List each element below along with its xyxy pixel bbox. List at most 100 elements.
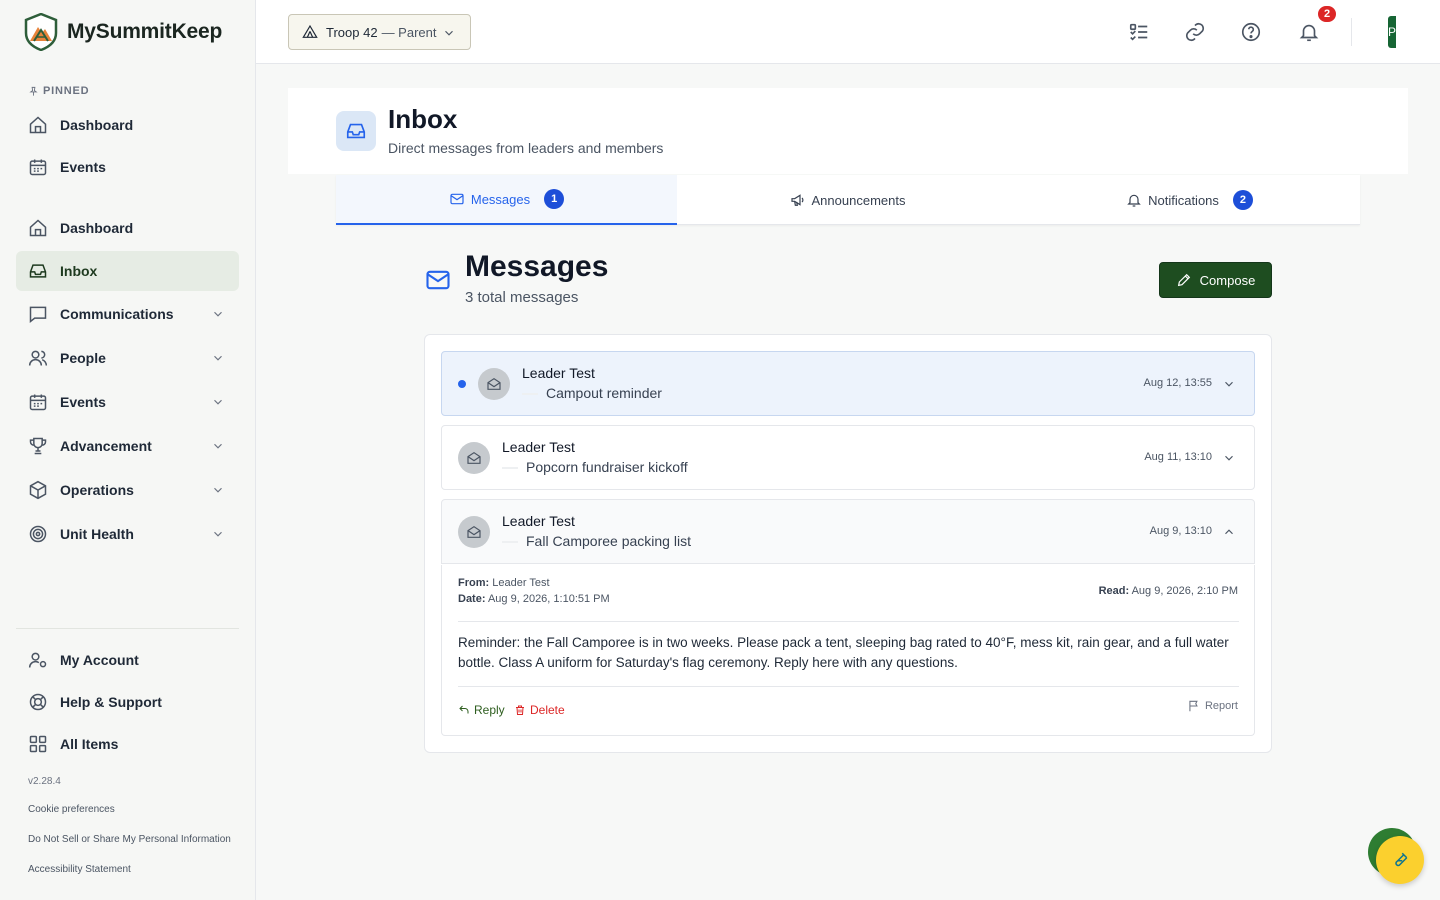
nav-label: Communications [60,306,174,322]
nav-label: Help & Support [60,694,162,710]
message-time: Aug 11, 13:10 [1144,451,1212,463]
nav-label: Advancement [60,438,152,454]
unit-role: — Parent [381,24,437,40]
unit-name: Troop 42 [326,24,378,40]
mail-icon [426,270,450,290]
message-row[interactable]: Leader Test Campout reminder Aug 12, 13:… [441,351,1255,416]
compose-button[interactable]: Compose [1159,262,1272,298]
message-sender: Leader Test [502,513,575,529]
mail-icon [450,193,464,205]
bell-icon [1127,194,1141,207]
grid-icon [29,735,47,753]
top-bar: Troop 42 — Parent 2 P [256,0,1440,64]
chevron-down-icon [214,531,222,537]
reply-button[interactable]: Reply [458,703,505,717]
chevron-down-icon[interactable] [1222,377,1236,391]
sidebar-item-events[interactable]: Events [16,382,239,422]
notification-count-badge: 2 [1316,4,1338,24]
nav-label: Events [60,159,106,175]
box-icon [29,480,47,500]
tab-notifications[interactable]: Notifications 2 [1019,175,1360,225]
message-body: Reminder: the Fall Camporee is in two we… [458,635,1229,670]
tab-messages[interactable]: Messages 1 [336,175,677,225]
chevron-down-icon [214,487,222,493]
report-button[interactable]: Report [1187,699,1238,713]
sidebar-item-operations[interactable]: Operations [16,470,239,510]
pinned-section-label: PINNED [28,85,89,97]
chevron-down-icon [214,443,222,449]
delete-button[interactable]: Delete [514,703,565,717]
link-icon[interactable] [1184,21,1206,43]
app-name: MySummitKeep [67,20,223,43]
chevron-up-icon[interactable] [1222,525,1236,539]
message-detail: From: Leader Test Date: Aug 9, 2026, 1:1… [441,565,1255,736]
app-logo[interactable]: MySummitKeep [24,13,222,51]
sidebar-divider [16,628,239,629]
topbar-divider [1351,18,1352,46]
tab-announcements[interactable]: Announcements [677,175,1018,225]
pinned-item-events[interactable]: Events [16,147,239,187]
home-icon [29,116,47,134]
message-subject: Campout reminder [522,385,662,401]
help-circle-icon[interactable] [1240,21,1262,43]
tent-icon [302,24,318,38]
message-from: From: Leader Test [458,577,550,589]
sidebar-item-help-support[interactable]: Help & Support [16,682,239,722]
tab-label: Announcements [811,192,906,208]
page-title: Inbox [388,104,458,134]
sidebar: MySummitKeep PINNED Dashboard Events Das… [0,0,256,900]
chevron-down-icon [214,355,222,361]
inbox-tabs: Messages 1 Announcements Notifications 2 [336,175,1360,225]
messages-count: 3 total messages [465,289,579,306]
detail-divider [458,621,1239,622]
sidebar-item-my-account[interactable]: My Account [16,640,239,680]
unread-dot [458,380,466,388]
message-row[interactable]: Leader Test Popcorn fundraiser kickoff A… [441,425,1255,490]
unit-selector[interactable]: Troop 42 — Parent [288,14,471,50]
test-tube-fab-button[interactable] [1376,836,1424,884]
tab-label: Messages [470,191,531,207]
nav-label: Dashboard [60,117,134,133]
mountain-shield-logo-icon [24,13,58,51]
message-subject: Popcorn fundraiser kickoff [502,459,688,475]
checklist-icon[interactable] [1128,21,1150,43]
chevron-down-icon[interactable] [1222,451,1236,465]
pencil-icon [1177,273,1190,287]
pinned-item-dashboard[interactable]: Dashboard [16,105,239,145]
chevron-down-icon [214,399,222,405]
user-avatar[interactable]: P [1388,16,1396,48]
home-icon [29,219,47,237]
flag-icon [1189,700,1198,712]
chat-icon [29,306,47,324]
chevron-down-icon [445,30,453,36]
sidebar-item-advancement[interactable]: Advancement [16,426,239,466]
sidebar-item-dashboard[interactable]: Dashboard [16,208,239,248]
envelope-open-icon [458,442,490,474]
sidebar-item-inbox[interactable]: Inbox [16,251,239,291]
detail-divider [458,686,1239,687]
envelope-open-icon [478,368,510,400]
tab-label: Notifications [1148,192,1219,208]
message-time: Aug 12, 13:55 [1143,377,1212,389]
megaphone-icon [790,194,804,206]
nav-label: Operations [60,482,134,498]
accessibility-statement-link[interactable]: Accessibility Statement [28,864,131,875]
message-date: Date: Aug 9, 2026, 1:10:51 PM [458,593,610,605]
message-read-time: Read: Aug 9, 2026, 2:10 PM [1098,585,1238,597]
nav-label: Events [60,394,106,410]
sidebar-item-people[interactable]: People [16,338,239,378]
sidebar-item-unit-health[interactable]: Unit Health [16,514,239,554]
sidebar-item-all-items[interactable]: All Items [16,724,239,764]
nav-label: My Account [60,652,139,668]
nav-label: Unit Health [60,526,134,542]
do-not-sell-link[interactable]: Do Not Sell or Share My Personal Informa… [28,834,231,845]
bell-icon[interactable] [1298,21,1320,43]
message-row-expanded[interactable]: Leader Test Fall Camporee packing list A… [441,499,1255,564]
message-sender: Leader Test [502,439,575,455]
cookie-preferences-link[interactable]: Cookie preferences [28,804,115,815]
sidebar-item-communications[interactable]: Communications [16,294,239,334]
nav-label: Dashboard [60,220,134,236]
calendar-icon [29,394,47,411]
inbox-icon [29,264,47,278]
app-version: v2.28.4 [28,776,61,787]
